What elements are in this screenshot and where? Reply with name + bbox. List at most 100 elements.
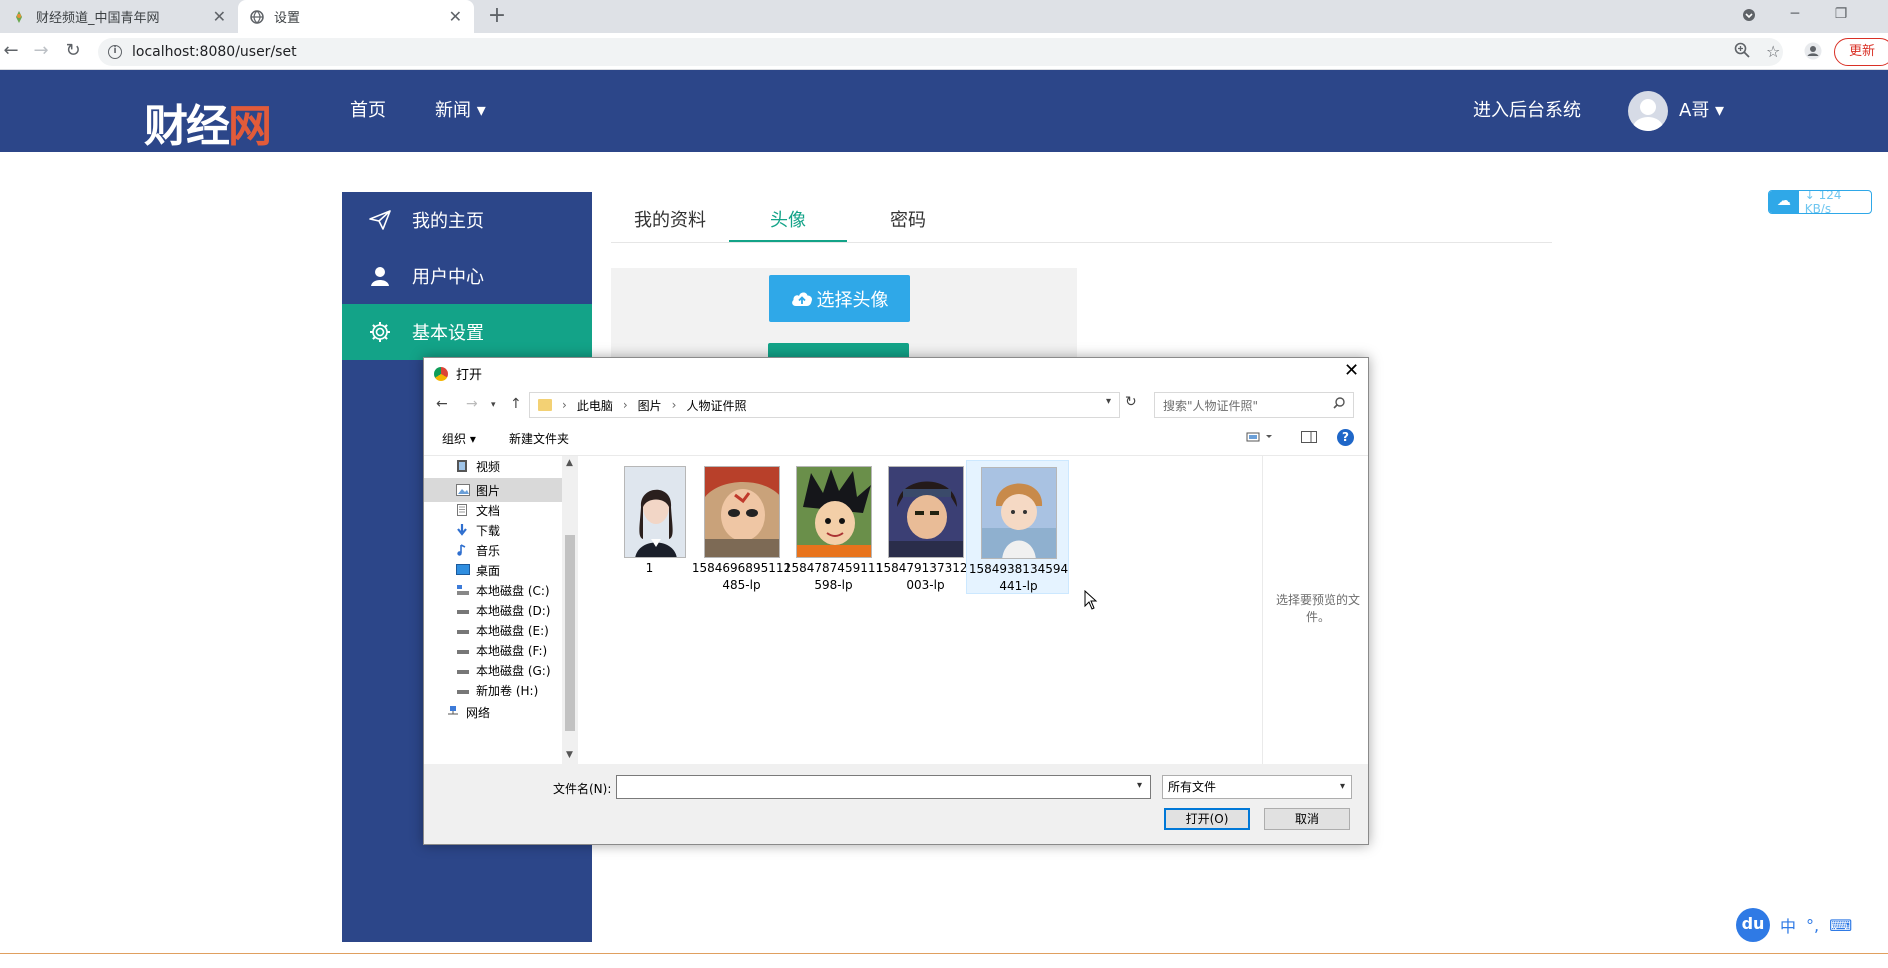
tabs-divider (611, 242, 1552, 243)
back-button[interactable]: ← (0, 41, 22, 63)
sidebar-item-settings[interactable]: 基本设置 (342, 304, 592, 360)
bookmark-star-icon[interactable]: ☆ (1766, 42, 1780, 61)
gear-icon (368, 320, 392, 344)
restore-icon[interactable]: ❐ (1818, 0, 1864, 30)
sidebar-item-user-center[interactable]: 用户中心 (342, 248, 592, 304)
file-name: 1584696895112485-lp (691, 561, 792, 592)
tab-close-icon[interactable]: ✕ (449, 7, 462, 26)
tree-item-label: 本地磁盘 (D:) (476, 603, 551, 618)
breadcrumb-folder[interactable]: 人物证件照 (686, 397, 746, 414)
tree-item-videos[interactable]: 视频 (424, 456, 562, 478)
ime-language[interactable]: 中 (1780, 913, 1796, 937)
video-folder-icon (456, 460, 470, 472)
drive-icon (456, 684, 470, 696)
file-item[interactable]: 1 (598, 460, 701, 594)
user-menu[interactable]: A哥 ▾ (1679, 96, 1724, 122)
tree-item-label: 本地磁盘 (E:) (476, 623, 549, 638)
download-speed-badge[interactable]: ☁ ↓ 124 KB/s (1768, 190, 1872, 214)
search-placeholder: 搜索"人物证件照" (1163, 398, 1259, 413)
tree-item-network[interactable]: 网络 (424, 700, 562, 724)
view-options-icon[interactable] (1246, 430, 1276, 448)
tree-scrollbar-thumb[interactable] (565, 535, 575, 731)
tree-item-label: 本地磁盘 (C:) (476, 583, 550, 598)
update-button[interactable]: 更新 (1834, 38, 1888, 66)
forward-button[interactable]: → (30, 41, 52, 63)
admin-link[interactable]: 进入后台系统 (1473, 96, 1581, 122)
new-folder-button[interactable]: 新建文件夹 (509, 430, 569, 447)
filetype-select[interactable]: 所有文件 ▾ (1162, 775, 1352, 799)
tree-item-label: 本地磁盘 (G:) (476, 663, 551, 678)
refresh-icon[interactable]: ↻ (1125, 394, 1137, 410)
file-name: 1584938134594441-lp (968, 562, 1069, 593)
tab-search-icon[interactable] (1726, 0, 1772, 30)
browser-tab-settings[interactable]: 设置 ✕ (238, 0, 474, 33)
avatar[interactable] (1628, 91, 1668, 131)
drive-icon (456, 664, 470, 676)
dialog-close-button[interactable]: ✕ (1344, 360, 1359, 381)
browser-tab-finance[interactable]: 财经频道_中国青年网 ✕ (0, 0, 238, 33)
site-logo[interactable]: 财经网 (144, 90, 272, 154)
drive-icon (456, 604, 470, 616)
ime-punctuation[interactable]: °, (1806, 916, 1819, 935)
tree-item-drive-h[interactable]: 新加卷 (H:) (424, 678, 562, 702)
tab-close-icon[interactable]: ✕ (213, 7, 226, 26)
profile-icon[interactable] (1804, 42, 1822, 64)
reload-button[interactable]: ↻ (62, 41, 84, 63)
folder-tree: 视频 图片 文档 下载 音乐 桌面 本地磁盘 (C:) 本地磁盘 (D:) 本地… (424, 456, 579, 764)
file-item[interactable]: 1584787459111598-lp (782, 460, 885, 594)
breadcrumb-pictures[interactable]: 图片 (638, 397, 662, 414)
organize-menu[interactable]: 组织 ▾ (442, 430, 476, 447)
filename-label: 文件名(N): (553, 782, 612, 796)
upload-submit-button[interactable] (768, 343, 909, 358)
file-name: 1584791373125003-lp (875, 561, 976, 592)
up-folder-button[interactable]: ↑ (510, 396, 522, 412)
new-tab-button[interactable]: + (484, 4, 510, 30)
cancel-button[interactable]: 取消 (1264, 808, 1350, 830)
scroll-down-icon[interactable]: ▼ (566, 750, 573, 760)
file-item[interactable]: 1584791373125003-lp (874, 460, 977, 594)
tab-password[interactable]: 密码 (849, 206, 967, 242)
file-thumbnail (624, 466, 686, 558)
sidebar-item-label: 用户中心 (412, 267, 484, 288)
tab-avatar[interactable]: 头像 (729, 206, 847, 242)
filename-input[interactable] (616, 775, 1151, 799)
drive-icon (456, 624, 470, 636)
zoom-icon[interactable] (1734, 42, 1750, 62)
dialog-address-bar[interactable]: › 此电脑 › 图片 › 人物证件照 (529, 392, 1120, 418)
nav-news[interactable]: 新闻 ▾ (435, 96, 486, 122)
ime-logo[interactable]: du (1736, 908, 1770, 942)
preview-pane-icon[interactable] (1301, 430, 1317, 448)
preview-hint: 选择要预览的文件。 (1275, 593, 1360, 624)
mouse-cursor-icon (1084, 589, 1098, 615)
logo-text: 财经 (144, 101, 230, 152)
ime-toolbar: du 中 °, ⌨ (1736, 908, 1888, 942)
file-item[interactable]: 1584696895112485-lp (690, 460, 793, 594)
ime-keyboard-icon[interactable]: ⌨ (1829, 916, 1852, 935)
file-item[interactable]: 1584938134594441-lp (966, 460, 1069, 594)
site-favicon-icon (12, 10, 26, 24)
address-dropdown-icon[interactable]: ▾ (1106, 396, 1111, 407)
minimize-icon[interactable]: ─ (1772, 0, 1818, 30)
choose-avatar-button[interactable]: 选择头像 (769, 275, 910, 322)
tab-title: 设置 (274, 11, 301, 26)
info-icon[interactable]: i (108, 45, 122, 59)
tab-profile[interactable]: 我的资料 (611, 206, 729, 242)
scroll-up-icon[interactable]: ▲ (566, 458, 573, 468)
choose-avatar-label: 选择头像 (816, 289, 889, 311)
file-thumbnail (888, 466, 964, 558)
download-arrow-icon (456, 524, 470, 536)
nav-home[interactable]: 首页 (350, 96, 386, 122)
tree-item-label: 文档 (476, 503, 501, 518)
open-button[interactable]: 打开(O) (1164, 808, 1250, 830)
help-icon[interactable]: ? (1337, 429, 1354, 446)
file-name: 1584787459111598-lp (783, 561, 884, 592)
dialog-forward-button[interactable]: → (466, 396, 478, 412)
dialog-search-input[interactable]: 搜索"人物证件照" (1154, 392, 1354, 418)
filename-dropdown-icon[interactable]: ▾ (1137, 780, 1142, 791)
address-bar[interactable]: i localhost:8080/user/set (98, 38, 1783, 66)
sidebar-item-home[interactable]: 我的主页 (342, 192, 592, 248)
dialog-back-button[interactable]: ← (436, 396, 448, 412)
recent-locations-icon[interactable]: ▾ (491, 400, 496, 410)
chrome-icon (434, 366, 448, 381)
breadcrumb-this-pc[interactable]: 此电脑 (577, 397, 613, 414)
